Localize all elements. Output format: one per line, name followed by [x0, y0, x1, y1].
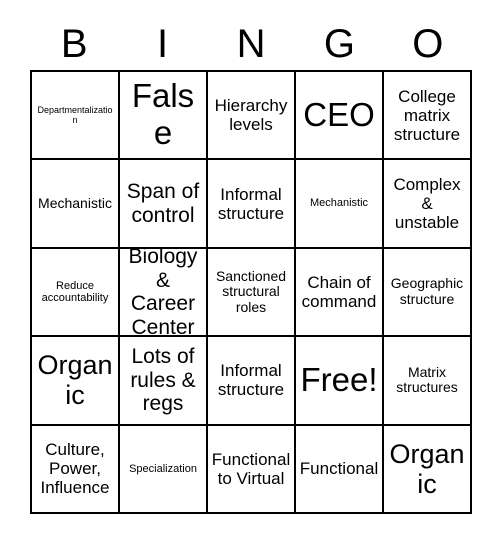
- bingo-cell[interactable]: Biology & Career Center: [120, 248, 208, 338]
- bingo-cell[interactable]: Complex & unstable: [384, 160, 472, 249]
- bingo-header-letter-n: N: [236, 22, 266, 66]
- bingo-cell-label: Mechanistic: [309, 197, 369, 210]
- bingo-cell-label: Free!: [300, 360, 378, 398]
- bingo-cell[interactable]: Culture, Power, Influence: [32, 425, 120, 515]
- bingo-cell[interactable]: Specialization: [120, 425, 208, 515]
- bingo-header-letter-g: G: [323, 22, 355, 66]
- bingo-cell[interactable]: Hierarchy levels: [208, 72, 296, 161]
- bingo-row: Mechanistic Span of control Informal str…: [32, 160, 472, 249]
- bingo-cell-label: Culture, Power, Influence: [40, 440, 110, 498]
- bingo-cell[interactable]: Informal structure: [208, 160, 296, 249]
- bingo-free-space-cell[interactable]: Free!: [296, 337, 384, 426]
- bingo-grid: Departmentalization False Hierarchy leve…: [30, 70, 472, 515]
- bingo-cell-label: Sanctioned structural roles: [215, 267, 287, 315]
- bingo-header-letter-i: I: [157, 22, 169, 66]
- bingo-cell[interactable]: Functional to Virtual: [208, 425, 296, 515]
- bingo-cell-label: Informal structure: [217, 361, 285, 400]
- bingo-card: B I N G O Departmentalization False Hier…: [0, 0, 500, 544]
- bingo-cell-label: CEO: [303, 95, 375, 133]
- bingo-cell[interactable]: Informal structure: [208, 337, 296, 426]
- bingo-cell[interactable]: Geographic structure: [384, 248, 472, 338]
- bingo-cell[interactable]: Mechanistic: [296, 160, 384, 249]
- bingo-row: Departmentalization False Hierarchy leve…: [32, 72, 472, 161]
- bingo-header-letter-b: B: [60, 22, 88, 66]
- bingo-cell[interactable]: Organic: [32, 337, 120, 426]
- bingo-cell[interactable]: College matrix structure: [384, 72, 472, 161]
- bingo-cell-label: Mechanistic: [38, 194, 112, 211]
- bingo-cell[interactable]: Functional: [296, 425, 384, 515]
- bingo-cell-label: Specialization: [129, 462, 197, 475]
- bingo-cell-label: Complex & unstable: [393, 175, 461, 233]
- bingo-cell[interactable]: Mechanistic: [32, 160, 120, 249]
- bingo-cell-label: Geographic structure: [390, 275, 464, 308]
- bingo-cell-label: Lots of rules & regs: [130, 345, 196, 416]
- bingo-cell-label: False: [131, 77, 195, 152]
- bingo-cell[interactable]: Matrix structures: [384, 337, 472, 426]
- bingo-cell-label: Matrix structures: [396, 363, 458, 396]
- bingo-cell-label: Reduce accountability: [41, 279, 109, 305]
- bingo-cell-label: Biology & Career Center: [128, 248, 198, 338]
- bingo-cell-label: Functional: [299, 459, 379, 479]
- bingo-cell-label: Hierarchy levels: [214, 96, 288, 135]
- bingo-row: Organic Lots of rules & regs Informal st…: [32, 337, 472, 426]
- bingo-cell[interactable]: Lots of rules & regs: [120, 337, 208, 426]
- bingo-cell-label: Chain of command: [301, 272, 377, 312]
- bingo-cell[interactable]: Chain of command: [296, 248, 384, 338]
- bingo-cell-label: College matrix structure: [393, 86, 461, 144]
- bingo-cell-label: Span of control: [126, 180, 200, 227]
- bingo-cell-label: Departmentalization: [37, 105, 113, 126]
- bingo-row: Reduce accountability Biology & Career C…: [32, 248, 472, 338]
- bingo-cell[interactable]: Organic: [384, 425, 472, 515]
- bingo-cell[interactable]: Reduce accountability: [32, 248, 120, 338]
- bingo-cell[interactable]: False: [120, 72, 208, 161]
- bingo-row: Culture, Power, Influence Specialization…: [32, 425, 472, 515]
- bingo-cell-label: Organic: [389, 438, 465, 499]
- bingo-cell[interactable]: CEO: [296, 72, 384, 161]
- bingo-header-row: B I N G O: [30, 18, 472, 70]
- bingo-cell-label: Organic: [37, 350, 113, 411]
- bingo-header-letter-o: O: [412, 22, 444, 66]
- bingo-cell-label: Informal structure: [217, 184, 285, 223]
- bingo-cell[interactable]: Span of control: [120, 160, 208, 249]
- bingo-cell[interactable]: Departmentalization: [32, 72, 120, 161]
- bingo-cell-label: Functional to Virtual: [211, 449, 291, 488]
- bingo-cell[interactable]: Sanctioned structural roles: [208, 248, 296, 338]
